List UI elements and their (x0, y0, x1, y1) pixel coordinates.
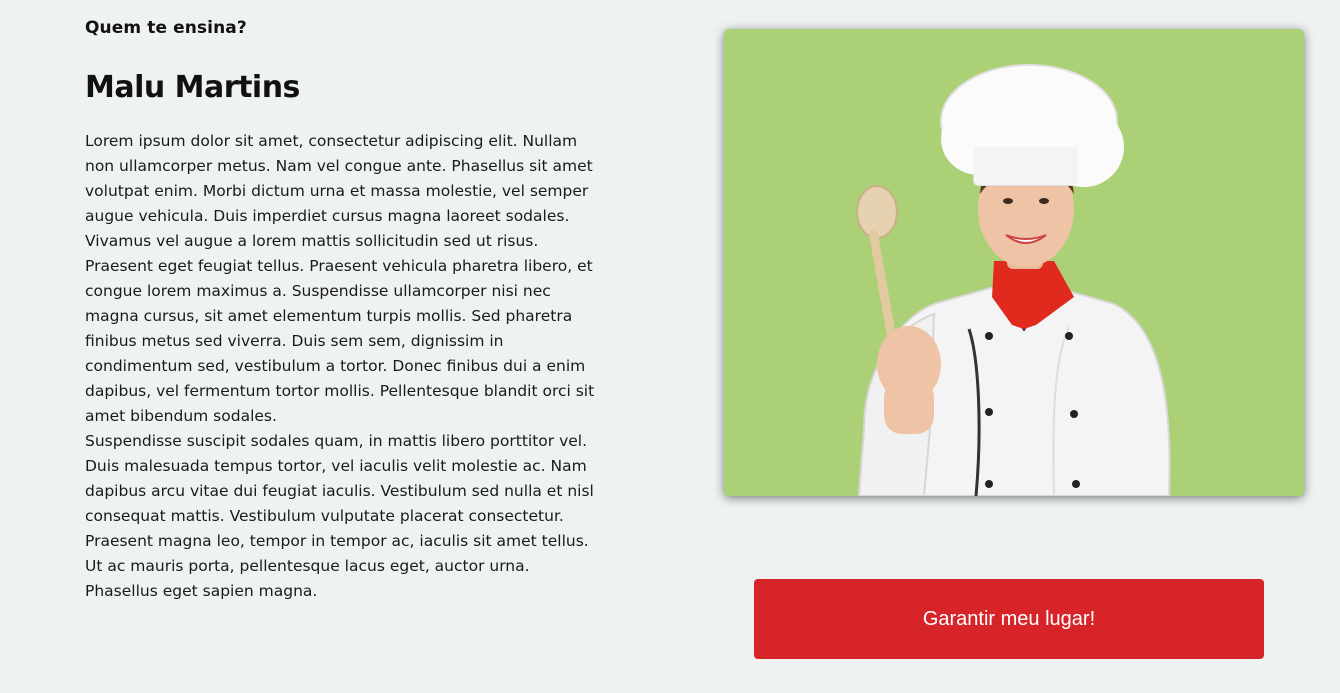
instructor-photo (724, 29, 1304, 496)
section-kicker: Quem te ensina? (85, 18, 247, 38)
instructor-bio: Lorem ipsum dolor sit amet, consectetur … (85, 129, 595, 604)
bio-paragraph: Suspendisse suscipit sodales quam, in ma… (85, 432, 594, 600)
chef-illustration (724, 29, 1304, 496)
bio-paragraph: Lorem ipsum dolor sit amet, consectetur … (85, 132, 595, 425)
instructor-name: Malu Martins (85, 70, 300, 105)
instructor-info: Quem te ensina? Malu Martins Lorem ipsum… (85, 18, 595, 604)
instructor-section: Quem te ensina? Malu Martins Lorem ipsum… (0, 0, 1340, 693)
reserve-spot-button[interactable]: Garantir meu lugar! (754, 579, 1264, 659)
